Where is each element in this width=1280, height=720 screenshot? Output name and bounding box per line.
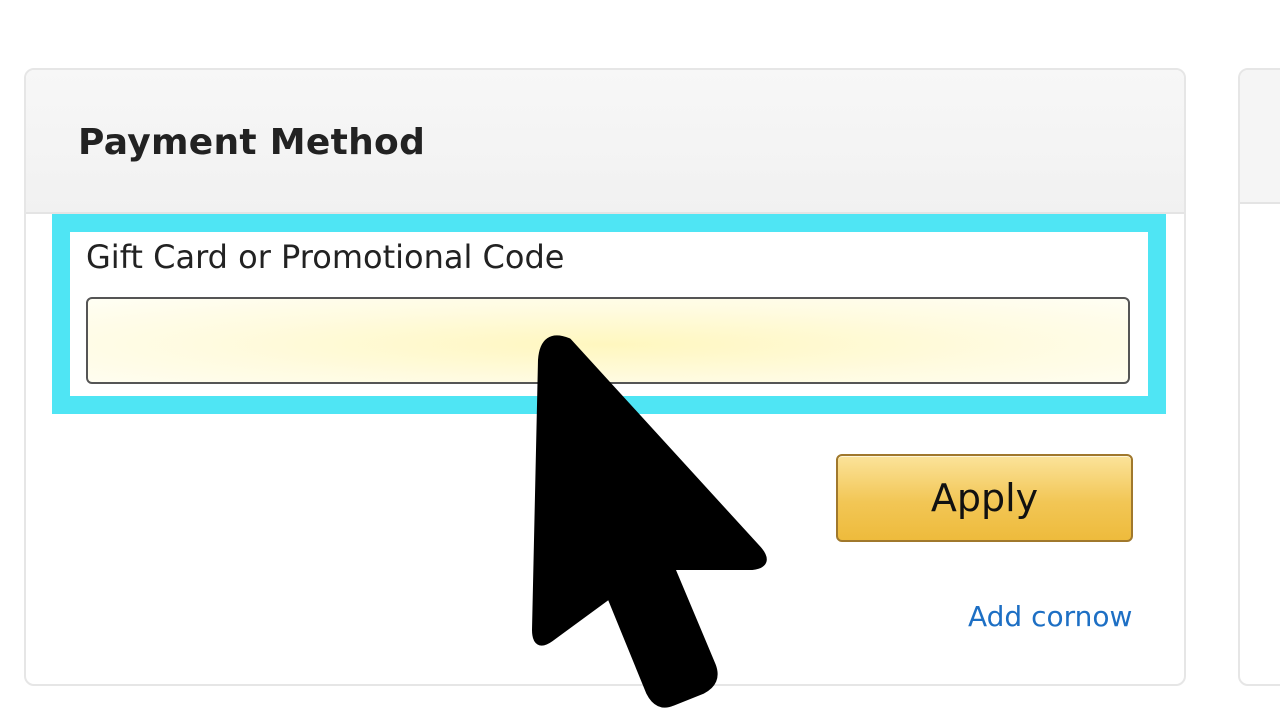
gift-card-label: Gift Card or Promotional Code <box>86 238 565 276</box>
payment-method-header: Payment Method <box>26 70 1184 214</box>
screen: Payment Method Gift Card or Promotional … <box>0 0 1280 720</box>
adjacent-card <box>1238 68 1280 686</box>
adjacent-card-header <box>1240 70 1280 204</box>
gift-card-code-input[interactable] <box>86 297 1130 384</box>
add-link[interactable]: Add cornow <box>968 600 1132 633</box>
page-title: Payment Method <box>78 122 426 163</box>
apply-button[interactable]: Apply <box>836 454 1133 542</box>
